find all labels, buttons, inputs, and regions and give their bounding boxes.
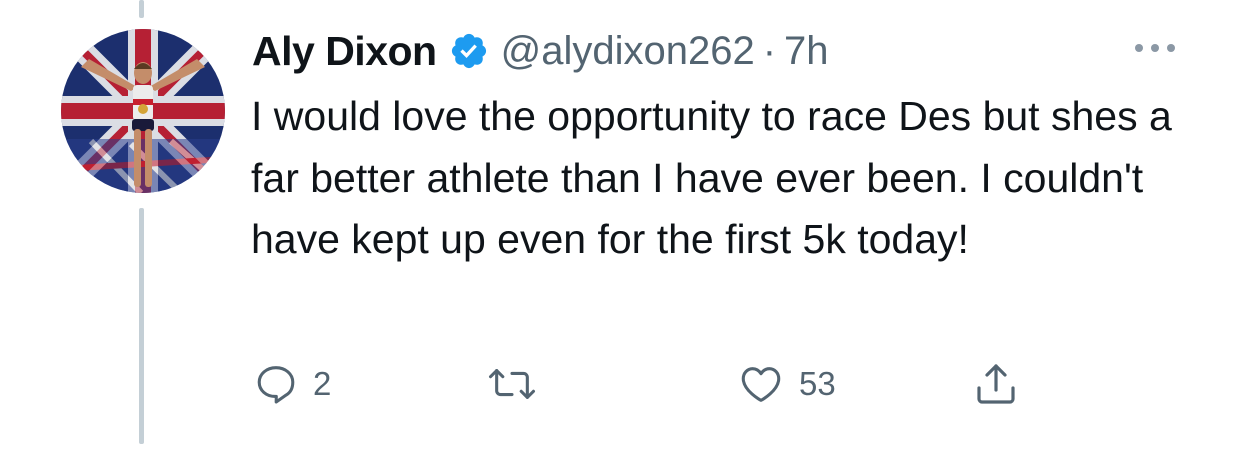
author-handle[interactable]: @alydixon262 bbox=[501, 29, 755, 74]
thread-line-top bbox=[139, 0, 144, 18]
share-icon bbox=[971, 360, 1021, 408]
more-options-icon[interactable] bbox=[1130, 38, 1180, 58]
like-button[interactable]: 53 bbox=[737, 360, 836, 408]
tweet-header: Aly Dixon @alydixon262 · 7h bbox=[252, 20, 829, 82]
verified-badge-icon bbox=[449, 31, 489, 71]
retweet-button[interactable] bbox=[487, 360, 537, 408]
header-separator: · bbox=[762, 28, 777, 73]
avatar[interactable] bbox=[61, 29, 225, 193]
like-count: 53 bbox=[799, 365, 836, 402]
author-name[interactable]: Aly Dixon bbox=[252, 28, 437, 75]
reply-button[interactable]: 2 bbox=[253, 360, 331, 408]
share-button[interactable] bbox=[971, 360, 1021, 408]
reply-count: 2 bbox=[313, 365, 332, 402]
tweet-timestamp[interactable]: 7h bbox=[784, 29, 829, 74]
action-bar: 2 53 bbox=[0, 360, 1242, 410]
heart-icon bbox=[737, 361, 785, 407]
tweet-text: I would love the opportunity to race Des… bbox=[251, 93, 1172, 262]
retweet-icon bbox=[487, 361, 537, 407]
reply-bubble-icon bbox=[253, 361, 299, 407]
avatar-photo bbox=[61, 29, 225, 193]
